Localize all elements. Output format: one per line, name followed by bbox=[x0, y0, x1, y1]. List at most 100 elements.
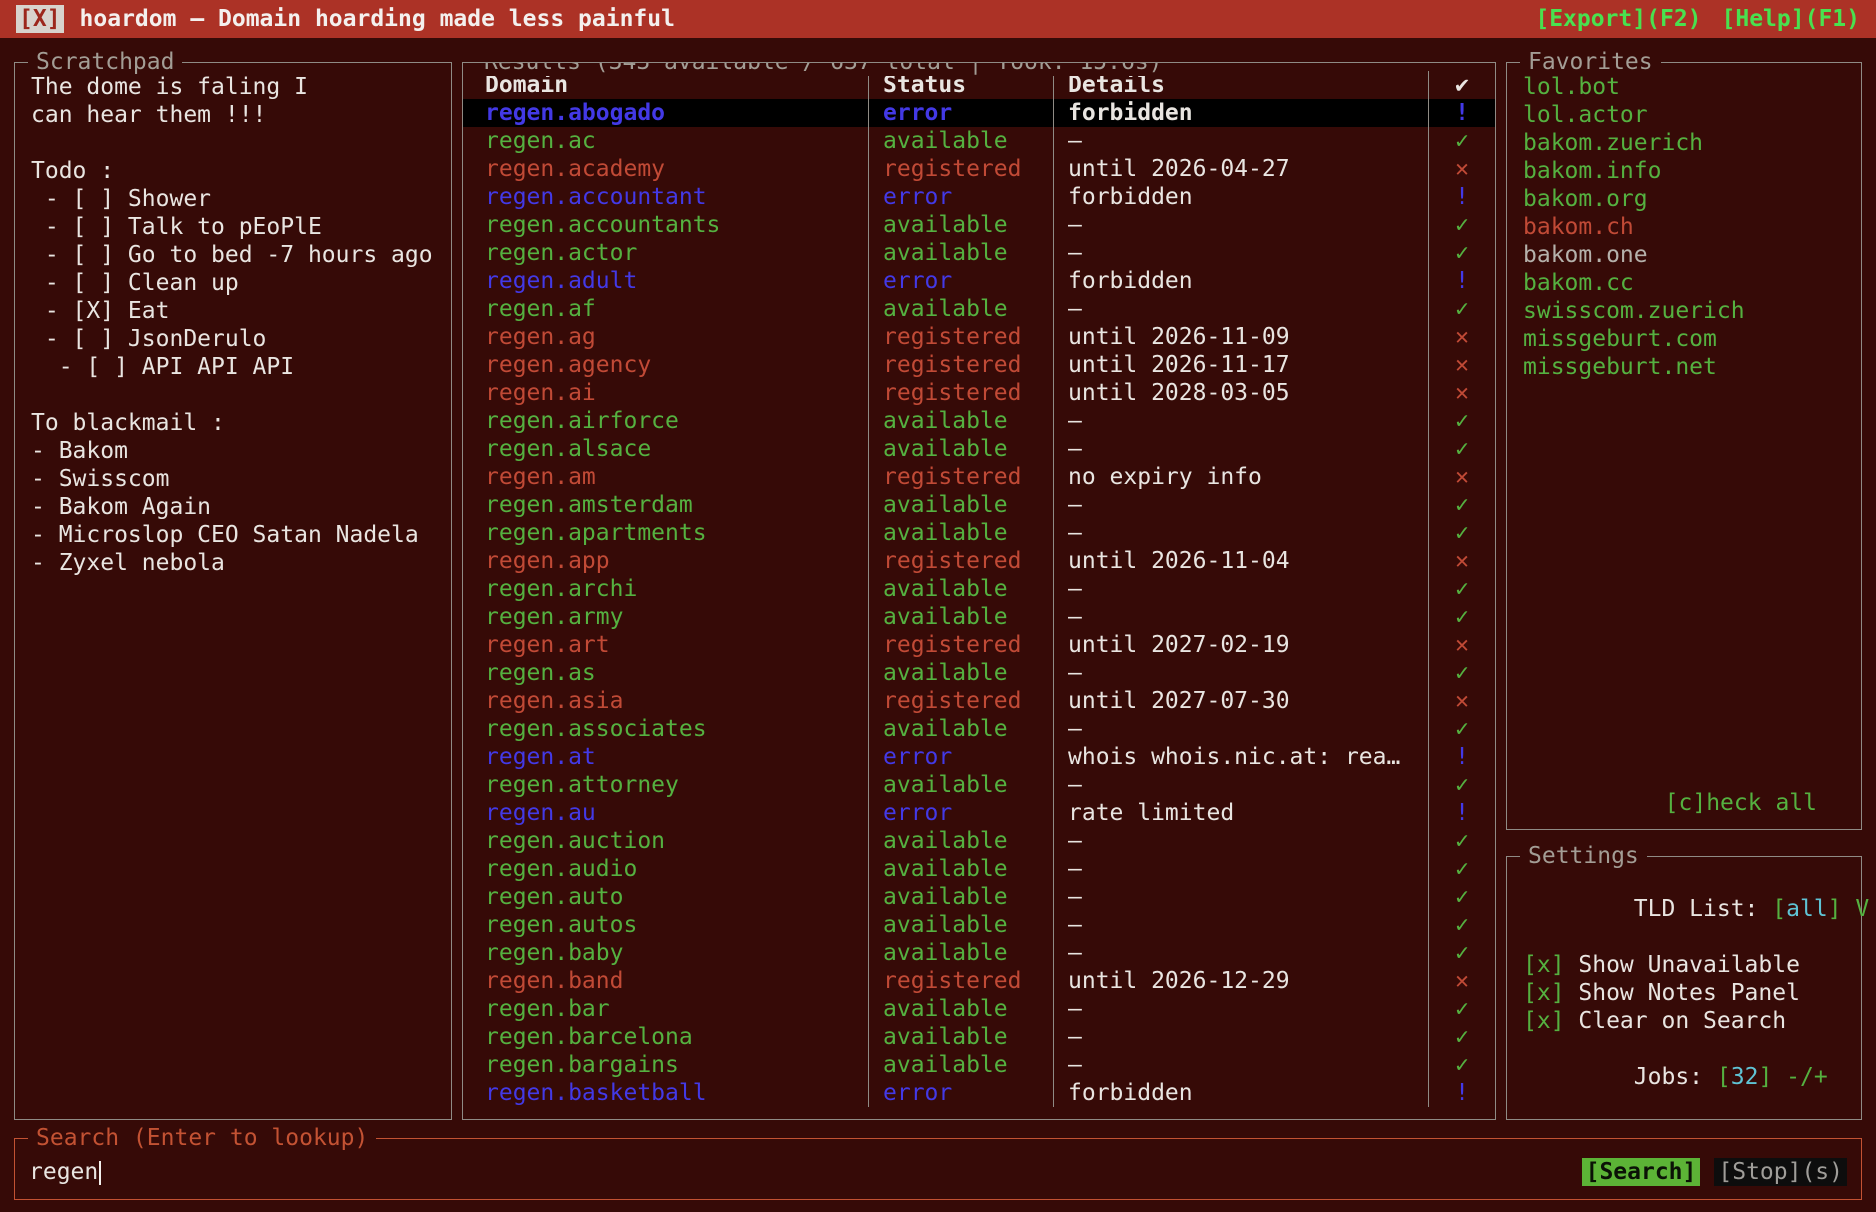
table-row[interactable]: regen.academy registered until 2026-04-2… bbox=[463, 155, 1495, 183]
check-all-button[interactable]: [c]heck all bbox=[1665, 789, 1817, 817]
table-row[interactable]: regen.abogado error forbidden ! bbox=[463, 99, 1495, 127]
jobs-stepper[interactable]: Jobs: [32] -/+ bbox=[1523, 1035, 1861, 1119]
details-cell: until 2026-04-27 bbox=[1053, 155, 1428, 183]
status-mark-icon: ! bbox=[1428, 267, 1495, 295]
close-button[interactable]: [X] bbox=[16, 5, 64, 33]
table-row[interactable]: regen.asia registered until 2027-07-30 ✕ bbox=[463, 687, 1495, 715]
details-cell: until 2026-12-29 bbox=[1053, 967, 1428, 995]
favorite-item[interactable]: lol.actor bbox=[1523, 101, 1861, 129]
status-cell: available bbox=[868, 491, 1053, 519]
status-cell: available bbox=[868, 239, 1053, 267]
table-row[interactable]: regen.archi available – ✓ bbox=[463, 575, 1495, 603]
status-cell: available bbox=[868, 883, 1053, 911]
settings-checkbox[interactable]: [x] Show Notes Panel bbox=[1523, 979, 1861, 1007]
table-row[interactable]: regen.ag registered until 2026-11-09 ✕ bbox=[463, 323, 1495, 351]
bracket: [ bbox=[1772, 896, 1786, 922]
favorites-list: lol.bot lol.actor bakom.zuerich bakom.in… bbox=[1523, 73, 1861, 381]
column-header-check-icon: ✔ bbox=[1428, 71, 1495, 99]
settings-checkbox[interactable]: [x] Show Unavailable bbox=[1523, 951, 1861, 979]
favorite-item[interactable]: lol.bot bbox=[1523, 73, 1861, 101]
status-mark-icon: ✕ bbox=[1428, 547, 1495, 575]
checkbox-label: Show Notes Panel bbox=[1565, 980, 1800, 1006]
domain-cell: regen.accountants bbox=[463, 211, 868, 239]
favorite-item[interactable]: missgeburt.net bbox=[1523, 353, 1861, 381]
details-cell: no expiry info bbox=[1053, 463, 1428, 491]
table-row[interactable]: regen.amsterdam available – ✓ bbox=[463, 491, 1495, 519]
domain-cell: regen.associates bbox=[463, 715, 868, 743]
status-mark-icon: ! bbox=[1428, 1079, 1495, 1107]
table-row[interactable]: regen.autos available – ✓ bbox=[463, 911, 1495, 939]
table-row[interactable]: regen.as available – ✓ bbox=[463, 659, 1495, 687]
scratchpad-panel: Scratchpad The dome is faling I can hear… bbox=[14, 62, 452, 1120]
table-row[interactable]: regen.baby available – ✓ bbox=[463, 939, 1495, 967]
domain-cell: regen.as bbox=[463, 659, 868, 687]
favorite-item[interactable]: bakom.org bbox=[1523, 185, 1861, 213]
table-row[interactable]: regen.adult error forbidden ! bbox=[463, 267, 1495, 295]
table-row[interactable]: regen.attorney available – ✓ bbox=[463, 771, 1495, 799]
table-row[interactable]: regen.band registered until 2026-12-29 ✕ bbox=[463, 967, 1495, 995]
search-button[interactable]: [Search] bbox=[1582, 1158, 1701, 1186]
scratchpad-text[interactable]: The dome is faling I can hear them !!! T… bbox=[31, 73, 451, 577]
favorite-item[interactable]: missgeburt.com bbox=[1523, 325, 1861, 353]
details-cell: until 2027-07-30 bbox=[1053, 687, 1428, 715]
status-mark-icon: ✓ bbox=[1428, 239, 1495, 267]
table-row[interactable]: regen.ai registered until 2028-03-05 ✕ bbox=[463, 379, 1495, 407]
table-row[interactable]: regen.actor available – ✓ bbox=[463, 239, 1495, 267]
table-row[interactable]: regen.bar available – ✓ bbox=[463, 995, 1495, 1023]
status-mark-icon: ✓ bbox=[1428, 435, 1495, 463]
table-row[interactable]: regen.airforce available – ✓ bbox=[463, 407, 1495, 435]
domain-cell: regen.ac bbox=[463, 127, 868, 155]
table-row[interactable]: regen.accountant error forbidden ! bbox=[463, 183, 1495, 211]
status-mark-icon: ✓ bbox=[1428, 883, 1495, 911]
table-row[interactable]: regen.alsace available – ✓ bbox=[463, 435, 1495, 463]
status-cell: available bbox=[868, 211, 1053, 239]
table-row[interactable]: regen.auto available – ✓ bbox=[463, 883, 1495, 911]
status-cell: error bbox=[868, 267, 1053, 295]
chevron-down-icon[interactable]: V bbox=[1842, 896, 1870, 922]
table-row[interactable]: regen.bargains available – ✓ bbox=[463, 1051, 1495, 1079]
domain-cell: regen.adult bbox=[463, 267, 868, 295]
status-mark-icon: ✕ bbox=[1428, 155, 1495, 183]
table-row[interactable]: regen.app registered until 2026-11-04 ✕ bbox=[463, 547, 1495, 575]
domain-cell: regen.au bbox=[463, 799, 868, 827]
favorite-item[interactable]: bakom.info bbox=[1523, 157, 1861, 185]
table-row[interactable]: regen.basketball error forbidden ! bbox=[463, 1079, 1495, 1107]
status-mark-icon: ✓ bbox=[1428, 603, 1495, 631]
jobs-minus-plus-controls[interactable]: -/+ bbox=[1772, 1064, 1827, 1090]
table-row[interactable]: regen.auction available – ✓ bbox=[463, 827, 1495, 855]
table-row[interactable]: regen.accountants available – ✓ bbox=[463, 211, 1495, 239]
status-cell: available bbox=[868, 603, 1053, 631]
settings-checkbox[interactable]: [x] Clear on Search bbox=[1523, 1007, 1861, 1035]
favorite-item[interactable]: bakom.zuerich bbox=[1523, 129, 1861, 157]
status-mark-icon: ✓ bbox=[1428, 127, 1495, 155]
favorite-item[interactable]: bakom.cc bbox=[1523, 269, 1861, 297]
details-cell: – bbox=[1053, 519, 1428, 547]
details-cell: forbidden bbox=[1053, 1079, 1428, 1107]
table-row[interactable]: regen.af available – ✓ bbox=[463, 295, 1495, 323]
table-row[interactable]: regen.au error rate limited ! bbox=[463, 799, 1495, 827]
favorite-item[interactable]: bakom.one bbox=[1523, 241, 1861, 269]
tld-list-select[interactable]: TLD List: [all] V bbox=[1523, 867, 1861, 951]
table-row[interactable]: regen.apartments available – ✓ bbox=[463, 519, 1495, 547]
table-row[interactable]: regen.army available – ✓ bbox=[463, 603, 1495, 631]
table-row[interactable]: regen.ac available – ✓ bbox=[463, 127, 1495, 155]
table-row[interactable]: regen.am registered no expiry info ✕ bbox=[463, 463, 1495, 491]
jobs-label: Jobs: bbox=[1634, 1064, 1717, 1090]
main-area: Scratchpad The dome is faling I can hear… bbox=[0, 38, 1876, 1120]
table-row[interactable]: regen.at error whois whois.nic.at: rea… … bbox=[463, 743, 1495, 771]
table-row[interactable]: regen.agency registered until 2026-11-17… bbox=[463, 351, 1495, 379]
table-row[interactable]: regen.audio available – ✓ bbox=[463, 855, 1495, 883]
scratchpad-panel-title: Scratchpad bbox=[28, 48, 182, 76]
search-input[interactable]: regen bbox=[29, 1158, 101, 1186]
table-row[interactable]: regen.barcelona available – ✓ bbox=[463, 1023, 1495, 1051]
table-row[interactable]: regen.associates available – ✓ bbox=[463, 715, 1495, 743]
stop-button[interactable]: [Stop](s) bbox=[1714, 1158, 1847, 1186]
status-cell: registered bbox=[868, 687, 1053, 715]
settings-checkboxes: [x] Show Unavailable [x] Show Notes Pane… bbox=[1523, 951, 1861, 1035]
favorite-item[interactable]: swisscom.zuerich bbox=[1523, 297, 1861, 325]
export-button[interactable]: [Export](F2) bbox=[1535, 5, 1701, 33]
status-mark-icon: ✓ bbox=[1428, 1023, 1495, 1051]
table-row[interactable]: regen.art registered until 2027-02-19 ✕ bbox=[463, 631, 1495, 659]
help-button[interactable]: [Help](F1) bbox=[1722, 5, 1860, 33]
favorite-item[interactable]: bakom.ch bbox=[1523, 213, 1861, 241]
